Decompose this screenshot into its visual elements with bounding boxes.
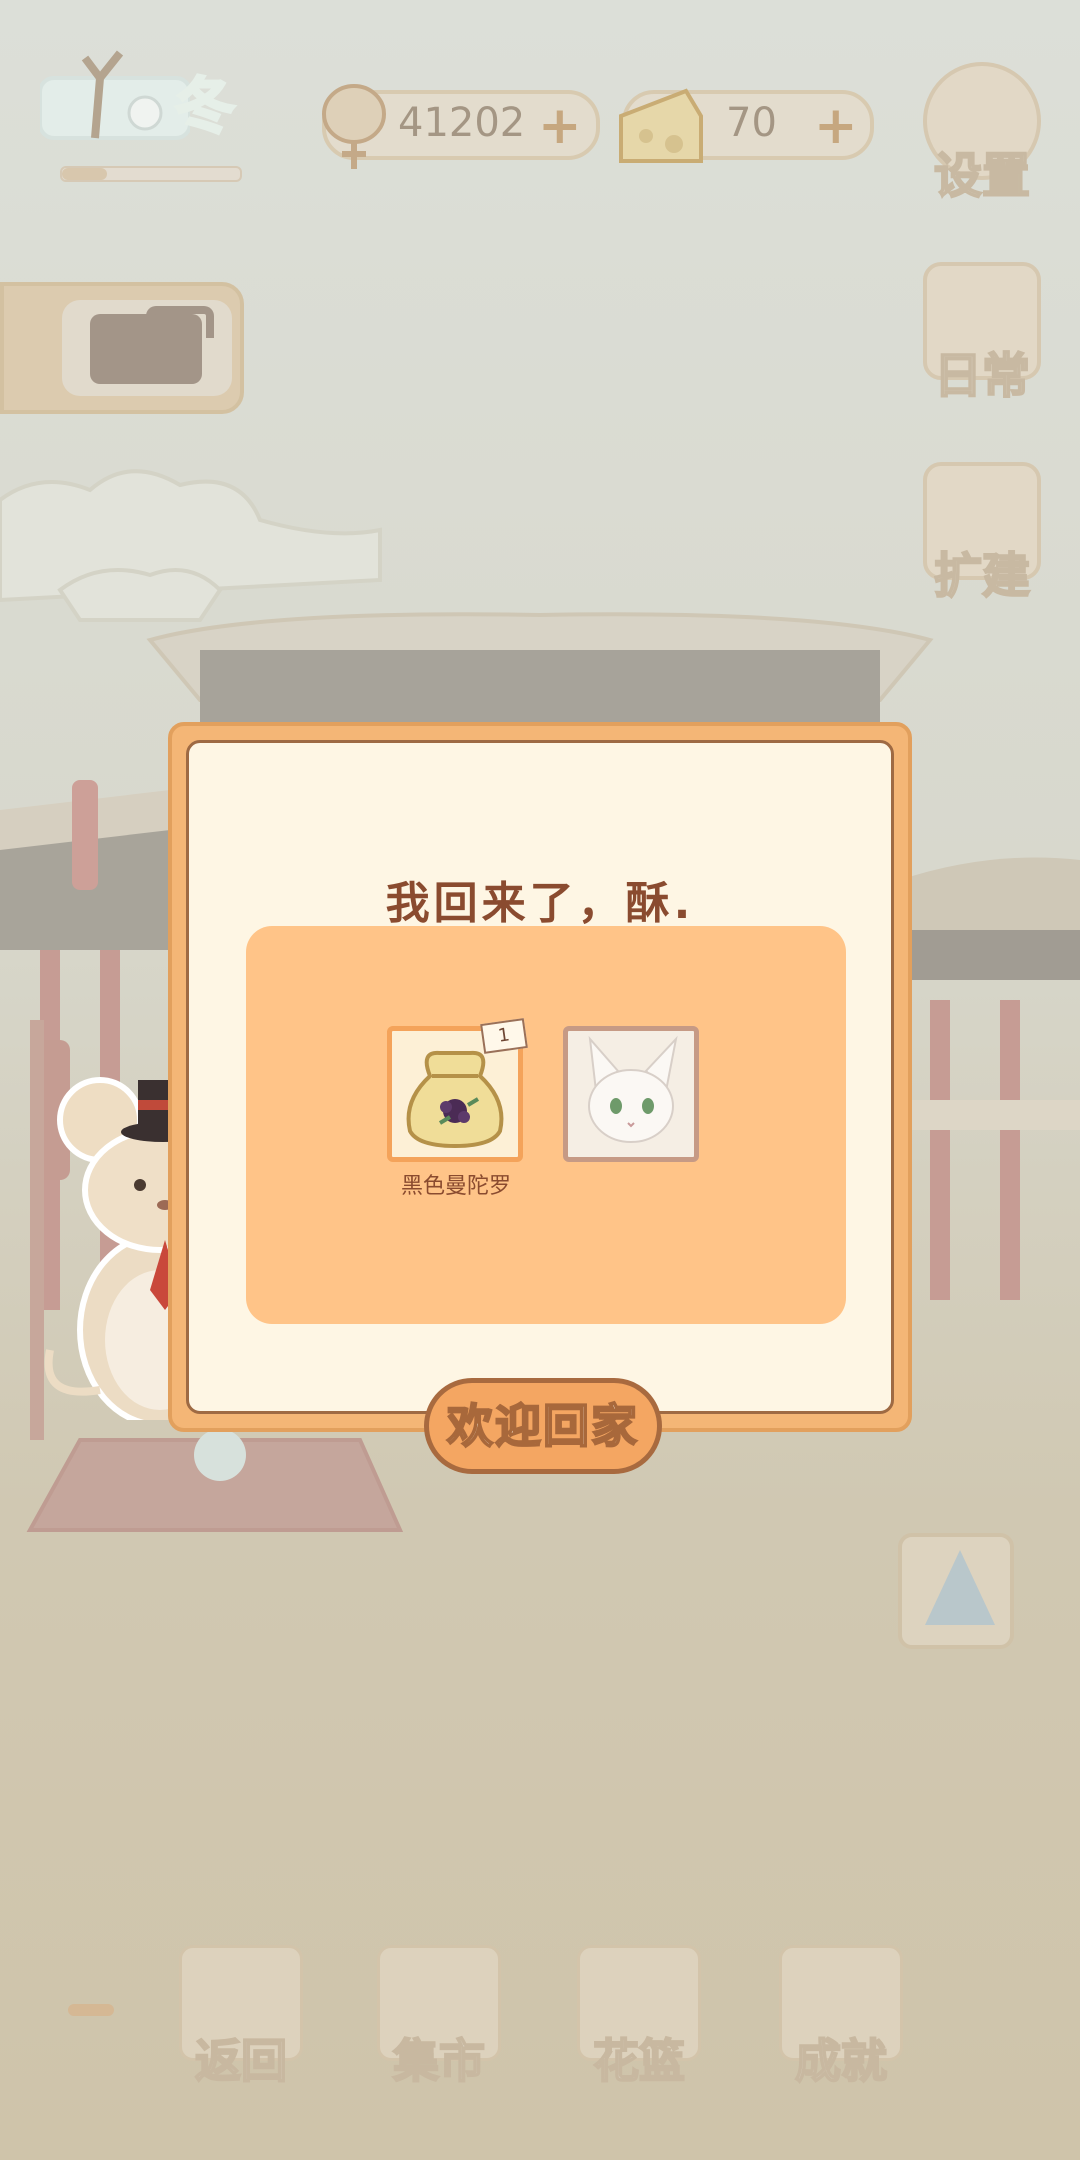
- cheese-counter[interactable]: 70 +: [619, 88, 874, 163]
- cat-portrait-slot[interactable]: [563, 1026, 699, 1162]
- cheese-icon: [619, 88, 703, 163]
- nav-back-label: 返回: [194, 2033, 288, 2089]
- inventory-tab[interactable]: [0, 282, 244, 414]
- daily-button[interactable]: 日常: [922, 262, 1042, 406]
- nav-back[interactable]: 返回: [176, 1945, 306, 2091]
- reward-count-badge: 1: [480, 1018, 528, 1054]
- daily-label: 日常: [933, 347, 1031, 405]
- cheese-amount: 70: [726, 100, 777, 146]
- expand-button[interactable]: 扩建: [922, 462, 1042, 606]
- fish-counter[interactable]: 41202 +: [322, 84, 600, 169]
- winter-tree-icon: [38, 50, 192, 140]
- nav-achievements[interactable]: 成就: [776, 1945, 906, 2091]
- fish-bone-icon: [322, 84, 386, 169]
- welcome-dialog: 我回来了，酥. 1 黑色曼陀罗: [168, 722, 912, 1432]
- welcome-home-label: 欢迎回家: [446, 1398, 639, 1454]
- reward-item-slot[interactable]: 1: [387, 1018, 528, 1162]
- inventory-tab-inner: [62, 300, 232, 396]
- fish-amount: 41202: [398, 100, 526, 146]
- briefcase-icon: [90, 306, 214, 384]
- nav-handle: [68, 2004, 114, 2016]
- nav-market[interactable]: 集市: [374, 1945, 504, 2091]
- season-indicator[interactable]: [38, 38, 270, 158]
- season-label: 冬: [174, 71, 237, 144]
- white-cat-icon: [588, 1035, 678, 1143]
- dialog-content: 我回来了，酥. 1 黑色曼陀罗: [186, 740, 894, 1414]
- settings-button[interactable]: 设置: [922, 62, 1042, 206]
- season-progress-bar: [60, 166, 242, 182]
- expand-label: 扩建: [933, 547, 1031, 605]
- fish-add-button[interactable]: +: [538, 98, 582, 154]
- season-progress-fill: [62, 168, 107, 180]
- cheese-add-button[interactable]: +: [814, 98, 858, 154]
- nav-flower-basket[interactable]: 花篮: [574, 1945, 704, 2091]
- welcome-home-button[interactable]: 欢迎回家: [424, 1378, 662, 1474]
- settings-label: 设置: [933, 147, 1031, 205]
- nav-market-label: 集市: [392, 2033, 486, 2089]
- nav-achievements-label: 成就: [794, 2033, 888, 2089]
- dialog-title: 我回来了，酥.: [385, 878, 695, 929]
- reward-panel: 1 黑色曼陀罗: [246, 926, 846, 1324]
- nav-flower-basket-label: 花篮: [592, 2033, 686, 2089]
- reward-item-name: 黑色曼陀罗: [400, 1174, 511, 1199]
